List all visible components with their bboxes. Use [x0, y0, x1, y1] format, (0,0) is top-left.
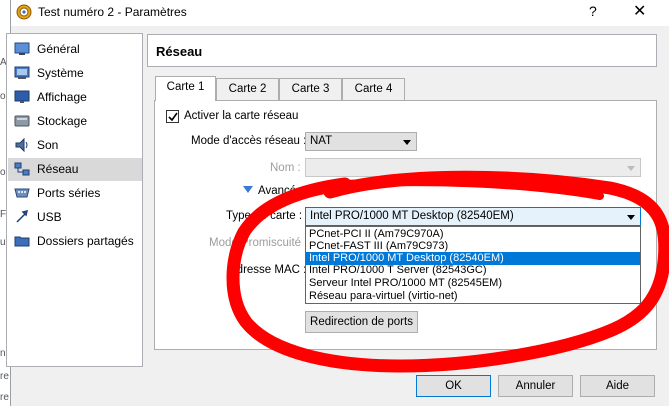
ok-button[interactable]: OK [416, 375, 491, 397]
tab-adapter-4[interactable]: Carte 4 [342, 78, 405, 100]
sidebar-item-label: USB [37, 210, 62, 224]
background-text: o [0, 167, 6, 178]
mac-address-label: Adresse MAC : [229, 264, 307, 276]
dropdown-option[interactable]: Serveur Intel PRO/1000 MT (82545EM) [306, 277, 640, 290]
general-icon [14, 42, 30, 55]
display-icon [14, 90, 30, 103]
title-bar[interactable]: Test numéro 2 - Paramètres ? ✕ [11, 0, 669, 26]
sidebar-item-label: Ports séries [37, 186, 101, 200]
tab-label: Carte 3 [291, 83, 330, 95]
sidebar-item-display[interactable]: Affichage [8, 86, 142, 109]
dropdown-option-label: Réseau para-virtuel (virtio-net) [309, 290, 458, 302]
sidebar-item-general[interactable]: Général [8, 38, 142, 61]
adapter-type-select[interactable]: Intel PRO/1000 MT Desktop (82540EM) [305, 207, 641, 226]
adapter-type-value: Intel PRO/1000 MT Desktop (82540EM) [310, 210, 514, 222]
adapter-type-label: Type de carte : [226, 210, 303, 222]
storage-icon [14, 115, 30, 127]
cancel-label: Annuler [515, 380, 556, 392]
sidebar-item-label: Général [37, 42, 80, 56]
sidebar-item-label: Affichage [37, 90, 87, 104]
tab-adapter-1[interactable]: Carte 1 [155, 76, 216, 101]
sidebar-item-shared-folders[interactable]: Dossiers partagés [8, 230, 142, 253]
sidebar-item-system[interactable]: Système [8, 62, 142, 85]
sidebar-item-label: Stockage [37, 114, 88, 128]
chevron-down-icon [627, 215, 635, 220]
enable-adapter-label: Activer la carte réseau [184, 110, 299, 122]
serial-ports-icon [14, 188, 30, 198]
sidebar-item-usb[interactable]: USB [8, 206, 142, 229]
close-button[interactable]: ✕ [633, 1, 646, 21]
sidebar-item-storage[interactable]: Stockage [8, 110, 142, 133]
tab-label: Carte 4 [354, 83, 393, 95]
dropdown-option-label: PCnet-PCI II (Am79C970A) [309, 228, 444, 240]
promiscuous-mode-label: Mode Promiscuité : [209, 237, 308, 249]
sidebar-item-serial-ports[interactable]: Ports séries [8, 182, 142, 205]
tab-adapter-2[interactable]: Carte 2 [216, 78, 279, 100]
help-dialog-button[interactable]: Aide [580, 375, 655, 397]
port-forwarding-label: Redirection de ports [310, 316, 413, 328]
background-text: re [0, 392, 9, 403]
name-select[interactable] [305, 158, 641, 177]
adapter-type-dropdown: PCnet-PCI II (Am79C970A) PCnet-FAST III … [305, 226, 641, 304]
dropdown-option-label: Intel PRO/1000 T Server (82543GC) [309, 264, 487, 276]
advanced-expander-icon[interactable] [243, 186, 253, 193]
cancel-button[interactable]: Annuler [498, 375, 573, 397]
dropdown-option-label: Serveur Intel PRO/1000 MT (82545EM) [309, 277, 502, 289]
network-icon [14, 162, 30, 176]
tab-adapter-3[interactable]: Carte 3 [279, 78, 342, 100]
name-label: Nom : [270, 162, 301, 174]
sidebar-item-label: Dossiers partagés [37, 234, 134, 248]
settings-sidebar: Général Système Affichage Stockage Son R… [6, 33, 143, 367]
enable-adapter-checkbox[interactable] [166, 110, 179, 123]
chevron-down-icon [403, 140, 411, 145]
attachment-mode-value: NAT [310, 135, 333, 147]
attachment-mode-label: Mode d'accès réseau : [191, 135, 307, 147]
dropdown-option[interactable]: Intel PRO/1000 T Server (82543GC) [306, 264, 640, 277]
page-title: Réseau [156, 44, 203, 59]
sidebar-item-audio[interactable]: Son [8, 134, 142, 157]
dropdown-option[interactable]: Réseau para-virtuel (virtio-net) [306, 290, 640, 303]
sidebar-item-network[interactable]: Réseau [8, 158, 142, 181]
usb-icon [16, 210, 29, 223]
sidebar-item-label: Système [37, 66, 84, 80]
advanced-label[interactable]: Avancé [258, 185, 296, 197]
sidebar-item-label: Son [37, 138, 59, 152]
tab-label: Carte 1 [166, 81, 205, 93]
system-icon [14, 66, 30, 79]
chevron-down-icon [627, 166, 635, 171]
audio-icon [15, 138, 28, 152]
attachment-mode-select[interactable]: NAT [305, 132, 417, 151]
help-button[interactable]: ? [589, 3, 597, 19]
shared-folders-icon [14, 236, 30, 247]
background-text: re [0, 371, 9, 382]
sidebar-item-label: Réseau [37, 162, 79, 176]
dropdown-option-label: PCnet-FAST III (Am79C973) [309, 240, 449, 252]
tab-label: Carte 2 [228, 83, 267, 95]
dropdown-option-label: Intel PRO/1000 MT Desktop (82540EM) [309, 252, 504, 264]
virtualbox-gear-icon [16, 4, 32, 20]
check-icon [168, 112, 178, 122]
ok-label: OK [445, 380, 462, 392]
help-label: Aide [605, 380, 630, 392]
port-forwarding-button[interactable]: Redirection de ports [305, 311, 418, 333]
page-header: Réseau [147, 34, 657, 67]
window-title: Test numéro 2 - Paramètres [38, 5, 187, 19]
